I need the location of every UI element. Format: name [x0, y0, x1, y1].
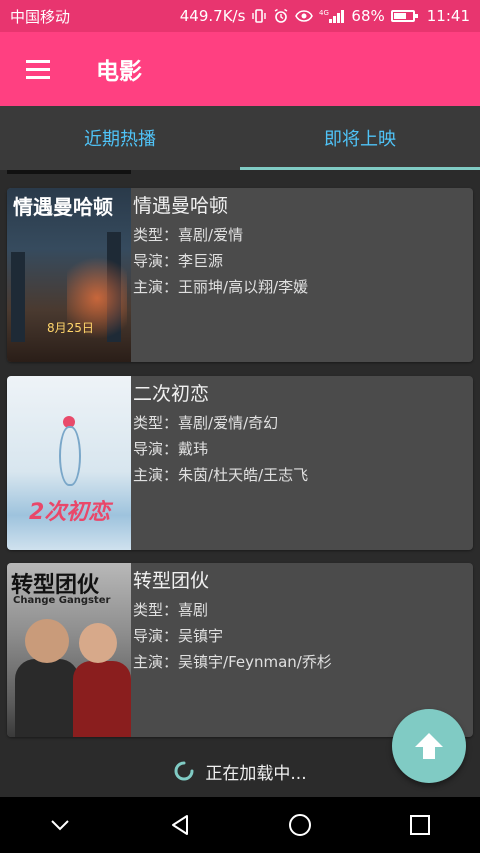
movie-title: 转型团伙	[133, 570, 210, 592]
movie-info: 二次初恋 类型：喜剧/爱情/奇幻 导演：戴玮 主演：朱茵/杜天皓/王志飞	[131, 376, 308, 550]
movie-poster: 2次初恋	[7, 376, 131, 550]
status-icons: 449.7K/s 4G 68% 11:41	[180, 7, 470, 25]
movie-info: 转型团伙 类型：喜剧 导演：吴镇宇 主演：吴镇宇/Feynman/乔杉	[131, 563, 332, 737]
movie-poster: 转型团伙 Change Gangster	[7, 563, 131, 737]
spinner-icon	[174, 761, 194, 781]
movie-card[interactable]: 转型团伙 Change Gangster 转型团伙 类型：喜剧 导演：吴镇宇 主…	[7, 563, 473, 737]
movie-genre: 类型：喜剧	[133, 601, 209, 619]
chevron-down-icon	[51, 820, 69, 831]
movie-genre: 类型：喜剧/爱情/奇幻	[133, 414, 279, 432]
eye-icon	[295, 9, 314, 23]
back-triangle-icon	[172, 815, 188, 835]
scroll-to-top-button[interactable]	[392, 709, 466, 783]
carrier-name: 中国移动	[10, 7, 71, 26]
app-root: 中国移动 449.7K/s 4G 68% 11:41 电影 近期热播 即将上映 …	[0, 0, 480, 853]
nav-recents-button[interactable]	[390, 797, 450, 853]
tab-bar: 近期热播 即将上映	[0, 106, 480, 170]
alarm-icon	[273, 8, 289, 24]
movie-info: 情遇曼哈顿 类型：喜剧/爱情 导演：李巨源 主演：王丽坤/高以翔/李媛	[131, 188, 308, 362]
movie-director: 导演：戴玮	[133, 440, 209, 458]
nav-home-button[interactable]	[270, 797, 330, 853]
poster-title-text: 情遇曼哈顿	[13, 195, 113, 219]
nav-back-button[interactable]	[150, 797, 210, 853]
system-nav-bar	[0, 797, 480, 853]
movie-card[interactable]: 情遇曼哈顿 8月25日 情遇曼哈顿 类型：喜剧/爱情 导演：李巨源 主演：王丽坤…	[7, 188, 473, 362]
movie-genre: 类型：喜剧/爱情	[133, 226, 244, 244]
movie-cast: 主演：王丽坤/高以翔/李媛	[133, 278, 309, 296]
clock: 11:41	[426, 7, 470, 25]
tab-recent[interactable]: 近期热播	[0, 106, 240, 170]
movie-card[interactable]: 2次初恋 二次初恋 类型：喜剧/爱情/奇幻 导演：戴玮 主演：朱茵/杜天皓/王志…	[7, 376, 473, 550]
loading-text: 正在加载中...	[205, 763, 307, 784]
battery-icon	[390, 10, 418, 22]
network-type: 4G	[319, 9, 329, 17]
home-circle-icon	[289, 814, 311, 836]
tab-upcoming[interactable]: 即将上映	[240, 106, 480, 170]
poster-date-text: 8月25日	[47, 321, 94, 335]
movie-director: 导演：李巨源	[133, 252, 224, 270]
movie-list[interactable]: 情遇曼哈顿 8月25日 情遇曼哈顿 类型：喜剧/爱情 导演：李巨源 主演：王丽坤…	[0, 170, 480, 797]
movie-title: 二次初恋	[133, 383, 210, 405]
poster-subtitle-text: Change Gangster	[13, 595, 111, 606]
nav-hide-button[interactable]	[30, 797, 90, 853]
menu-button[interactable]	[0, 32, 76, 106]
movie-title: 情遇曼哈顿	[133, 195, 229, 217]
movie-cast: 主演：吴镇宇/Feynman/乔杉	[133, 653, 332, 671]
signal-icon: 4G	[319, 8, 345, 24]
hamburger-menu-icon	[26, 57, 50, 81]
status-bar: 中国移动 449.7K/s 4G 68% 11:41	[0, 0, 480, 32]
app-bar: 电影	[0, 32, 480, 106]
movie-director: 导演：吴镇宇	[133, 627, 224, 645]
recents-square-icon	[410, 815, 430, 835]
previous-card-edge	[7, 170, 131, 174]
movie-poster: 情遇曼哈顿 8月25日	[7, 188, 131, 362]
vibrate-icon	[251, 8, 267, 24]
movie-cast: 主演：朱茵/杜天皓/王志飞	[133, 466, 309, 484]
poster-title-text: 2次初恋	[29, 500, 111, 525]
page-title: 电影	[96, 59, 142, 85]
network-speed: 449.7K/s	[179, 7, 246, 25]
arrow-up-icon	[415, 733, 443, 759]
battery-percent: 68%	[351, 7, 385, 25]
